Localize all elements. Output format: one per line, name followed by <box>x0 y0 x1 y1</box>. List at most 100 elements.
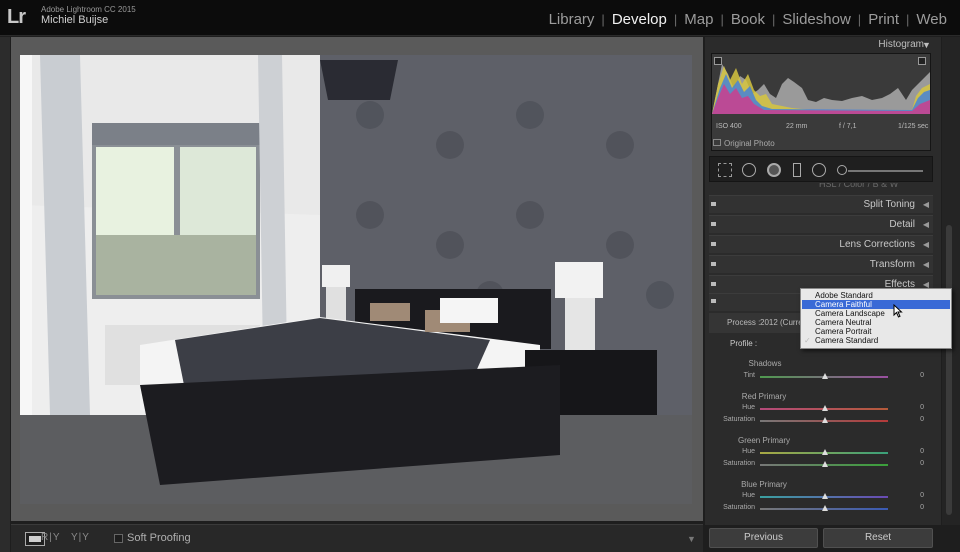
histogram-graph <box>712 64 930 114</box>
blue-hue-value[interactable]: 0 <box>908 492 924 499</box>
red-hue-label: Hue <box>742 404 755 411</box>
spot-removal-icon[interactable] <box>742 163 756 177</box>
panel-toggle-icon[interactable] <box>711 262 716 266</box>
original-photo-label: Original Photo <box>724 139 775 148</box>
profile-label: Profile : <box>730 339 758 348</box>
green-saturation-knob[interactable] <box>822 461 828 467</box>
shadow-clipping-indicator[interactable] <box>714 57 722 65</box>
module-web[interactable]: Web <box>913 11 950 28</box>
graduated-filter-icon[interactable] <box>793 163 801 177</box>
green-primary-title: Green Primary <box>737 436 790 445</box>
panel-label: Split Toning <box>863 199 915 210</box>
before-after-left-right-button[interactable]: R|Y <box>41 532 61 543</box>
green-saturation-label: Saturation <box>723 460 755 467</box>
original-photo-icon <box>713 139 721 146</box>
adjustment-brush-icon[interactable] <box>837 165 847 175</box>
panel-lens-corrections[interactable]: Lens Corrections ◀ <box>709 235 933 253</box>
bottom-toolbar: R|Y Y|Y Soft Proofing ▼ <box>11 524 703 552</box>
panel-toggle-icon[interactable] <box>711 282 716 286</box>
mouse-cursor-icon <box>893 304 903 318</box>
crop-icon[interactable] <box>718 163 732 177</box>
soft-proofing-checkbox[interactable] <box>114 534 123 543</box>
panel-label: Detail <box>889 219 915 230</box>
module-picker: Library | Develop | Map | Book | Slidesh… <box>546 11 950 28</box>
module-map[interactable]: Map <box>681 11 716 28</box>
histogram-title[interactable]: Histogram <box>705 39 924 50</box>
module-book[interactable]: Book <box>728 11 768 28</box>
profile-option-camera-faithful[interactable]: Camera Faithful <box>802 300 950 309</box>
profile-option-camera-landscape[interactable]: Camera Landscape <box>802 309 950 318</box>
profile-option-adobe-standard[interactable]: Adobe Standard <box>802 291 950 300</box>
blue-saturation-value[interactable]: 0 <box>908 504 924 511</box>
red-hue-value[interactable]: 0 <box>908 404 924 411</box>
process-label: Process : <box>727 318 761 327</box>
panel-transform[interactable]: Transform ◀ <box>709 255 933 273</box>
scrollbar-thumb[interactable] <box>946 225 952 515</box>
exif-iso: ISO 400 <box>716 123 742 130</box>
tint-value[interactable]: 0 <box>908 372 924 379</box>
checkmark-icon: ✓ <box>804 336 811 345</box>
module-develop[interactable]: Develop <box>609 11 670 28</box>
tint-slider-knob[interactable] <box>822 373 828 379</box>
red-saturation-value[interactable]: 0 <box>908 416 924 423</box>
expand-icon[interactable]: ◀ <box>923 240 929 249</box>
blue-primary-title: Blue Primary <box>741 480 787 489</box>
panel-toggle-icon[interactable] <box>711 202 716 206</box>
exif-focal-length: 22 mm <box>786 123 808 130</box>
expand-icon[interactable]: ◀ <box>923 260 929 269</box>
adjustment-brush-slider[interactable] <box>848 170 923 172</box>
red-hue-knob[interactable] <box>822 405 828 411</box>
red-primary-title: Red Primary <box>741 392 787 401</box>
panel-toggle-icon[interactable] <box>711 299 716 303</box>
panel-label: Transform <box>869 259 915 270</box>
previous-button[interactable]: Previous <box>709 528 818 548</box>
green-hue-label: Hue <box>742 448 755 455</box>
green-hue-knob[interactable] <box>822 449 828 455</box>
module-library[interactable]: Library <box>546 11 598 28</box>
module-slideshow[interactable]: Slideshow <box>779 11 853 28</box>
highlight-clipping-indicator[interactable] <box>918 57 926 65</box>
tint-label: Tint <box>743 372 755 379</box>
photo-bedroom <box>20 55 692 504</box>
bedroom-photo-illustration <box>20 55 692 504</box>
expand-icon[interactable]: ◀ <box>923 220 929 229</box>
module-separator: | <box>673 12 678 27</box>
blue-hue-label: Hue <box>742 492 755 499</box>
red-eye-icon[interactable] <box>767 163 781 177</box>
hsl-color-bw-tabs[interactable]: HSL / Color / B & W <box>709 183 933 190</box>
module-separator: | <box>720 12 724 27</box>
panel-label: Lens Corrections <box>839 239 915 250</box>
red-saturation-knob[interactable] <box>822 417 828 423</box>
module-separator: | <box>772 12 776 27</box>
develop-tool-strip <box>709 156 933 182</box>
left-panel-collapsed[interactable] <box>0 37 10 552</box>
profile-option-camera-standard[interactable]: Camera Standard <box>802 336 950 345</box>
histogram-collapse-icon[interactable]: ▼ <box>922 40 931 50</box>
module-print[interactable]: Print <box>865 11 902 28</box>
profile-option-camera-portrait[interactable]: Camera Portrait <box>802 327 950 336</box>
green-saturation-value[interactable]: 0 <box>908 460 924 467</box>
soft-proofing-label: Soft Proofing <box>127 532 191 544</box>
panel-toggle-icon[interactable] <box>711 242 716 246</box>
reset-button[interactable]: Reset <box>823 528 933 548</box>
red-saturation-label: Saturation <box>723 416 755 423</box>
blue-hue-knob[interactable] <box>822 493 828 499</box>
module-separator: | <box>906 12 910 27</box>
lightroom-logo: Lr <box>7 6 26 28</box>
profile-option-camera-neutral[interactable]: Camera Neutral <box>802 318 950 327</box>
panel-detail[interactable]: Detail ◀ <box>709 215 933 233</box>
blue-saturation-knob[interactable] <box>822 505 828 511</box>
app-name: Adobe Lightroom CC 2015 <box>41 5 136 14</box>
exif-shutter: 1/125 sec <box>898 123 929 130</box>
before-after-top-bottom-button[interactable]: Y|Y <box>71 532 90 543</box>
shadows-title: Shadows <box>748 359 782 368</box>
toolbar-menu-chevron-icon[interactable]: ▼ <box>687 534 696 544</box>
profile-dropdown-menu[interactable]: Adobe Standard Camera Faithful Camera La… <box>800 288 952 349</box>
module-separator: | <box>601 12 605 27</box>
radial-filter-icon[interactable] <box>812 163 826 177</box>
expand-icon[interactable]: ◀ <box>923 200 929 209</box>
green-hue-value[interactable]: 0 <box>908 448 924 455</box>
user-name: Michiel Buijse <box>41 14 109 26</box>
panel-toggle-icon[interactable] <box>711 222 716 226</box>
panel-split-toning[interactable]: Split Toning ◀ <box>709 195 933 213</box>
